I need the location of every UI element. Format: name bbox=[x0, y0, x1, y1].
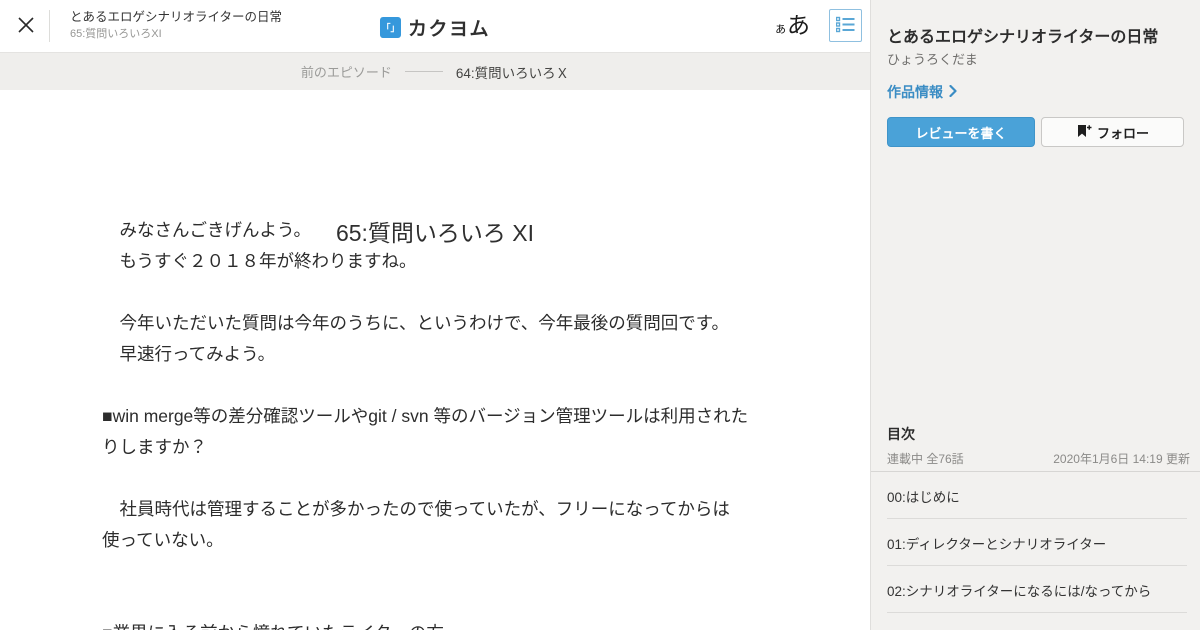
header-title-block: とあるエロゲシナリオライターの日常 65:質問いろいろXI bbox=[70, 9, 282, 42]
sidebar-work-title: とあるエロゲシナリオライターの日常 bbox=[887, 29, 1159, 46]
episode-nav-bar: 前のエピソード 64:質問いろいろＸ bbox=[0, 52, 870, 90]
header-work-title: とあるエロゲシナリオライターの日常 bbox=[70, 10, 283, 24]
body-line bbox=[102, 370, 802, 401]
episode-body: みなさんごきげんよう。 もうすぐ２０１８年が終わりますね。 今年いただいた質問は… bbox=[102, 215, 802, 630]
body-line: みなさんごきげんよう。 bbox=[102, 220, 311, 240]
body-line: 社員時代は管理することが多かったので使っていたが、フリーになってからは bbox=[102, 499, 730, 519]
kakuyomu-logo-icon: 「」 bbox=[379, 17, 401, 38]
body-line bbox=[102, 463, 802, 494]
font-size-large-glyph: あ bbox=[787, 12, 811, 38]
header-episode-subtitle: 65:質問いろいろXI bbox=[70, 28, 162, 40]
toc-item-02[interactable]: 02:シナリオライターになるには/なってから bbox=[871, 566, 1200, 613]
body-line: 早速行ってみよう。 bbox=[102, 344, 276, 364]
body-line: りしますか？ bbox=[102, 437, 207, 457]
bookmark-plus-icon bbox=[1076, 124, 1092, 141]
font-size-small-glyph: ぁ bbox=[774, 21, 788, 36]
toc-item-00[interactable]: 00:はじめに bbox=[871, 472, 1200, 519]
episode-article: 65:質問いろいろ XI みなさんごきげんよう。 もうすぐ２０１８年が終わります… bbox=[0, 90, 870, 630]
chevron-right-icon bbox=[949, 84, 957, 100]
body-line bbox=[102, 587, 802, 618]
font-size-control[interactable]: ぁあ bbox=[774, 8, 810, 42]
body-line: 今年いただいた質問は今年のうちに、というわけで、今年最後の質問回です。 bbox=[102, 313, 730, 333]
toc-updated-timestamp: 2020年1月6日 14:19 更新 bbox=[1053, 452, 1190, 466]
body-line: もうすぐ２０１８年が終わりますね。 bbox=[102, 251, 417, 271]
toc-list: 00:はじめに 01:ディレクターとシナリオライター 02:シナリオライターにな… bbox=[871, 472, 1200, 613]
follow-button[interactable]: フォロー bbox=[1041, 117, 1184, 147]
body-line bbox=[102, 556, 802, 587]
follow-button-label: フォロー bbox=[1096, 125, 1149, 141]
body-line: ■業界に入る前から憧れていたライターの方 bbox=[102, 618, 802, 630]
list-icon bbox=[835, 16, 855, 36]
reader-header: とあるエロゲシナリオライターの日常 65:質問いろいろXI 「」 カクヨム ぁあ bbox=[0, 0, 870, 52]
work-sidebar: とあるエロゲシナリオライターの日常 ひょうろくだま 作品情報 レビューを書く フ… bbox=[870, 0, 1200, 630]
body-line: 使っていない。 bbox=[102, 530, 224, 550]
close-icon bbox=[15, 14, 37, 39]
kakuyomu-logo-text: カクヨム bbox=[407, 19, 491, 40]
toc-toggle-button[interactable] bbox=[829, 9, 862, 42]
header-divider bbox=[49, 10, 50, 42]
sidebar-author: ひょうろくだま bbox=[887, 52, 978, 67]
work-info-label: 作品情報 bbox=[887, 84, 943, 100]
toc-item-01[interactable]: 01:ディレクターとシナリオライター bbox=[871, 519, 1200, 566]
write-review-button[interactable]: レビューを書く bbox=[887, 117, 1035, 147]
close-button[interactable] bbox=[12, 12, 40, 40]
kakuyomu-logo[interactable]: 「」 カクヨム bbox=[379, 14, 491, 41]
body-line: ■win merge等の差分確認ツールやgit / svn 等のバージョン管理ツ… bbox=[102, 406, 749, 426]
reader-main: とあるエロゲシナリオライターの日常 65:質問いろいろXI 「」 カクヨム ぁあ bbox=[0, 0, 870, 630]
kakuyomu-reader: とあるエロゲシナリオライターの日常 65:質問いろいろXI 「」 カクヨム ぁあ bbox=[0, 0, 1200, 630]
prev-episode-label: 前のエピソード bbox=[300, 65, 392, 80]
work-info-link[interactable]: 作品情報 bbox=[887, 82, 957, 102]
toc-serial-status: 連載中 全76話 bbox=[887, 452, 964, 466]
body-line bbox=[102, 277, 802, 308]
prev-episode-link[interactable]: 64:質問いろいろＸ bbox=[456, 62, 569, 82]
toc-title: 目次 bbox=[887, 426, 915, 442]
breadcrumb-dash bbox=[404, 71, 443, 72]
